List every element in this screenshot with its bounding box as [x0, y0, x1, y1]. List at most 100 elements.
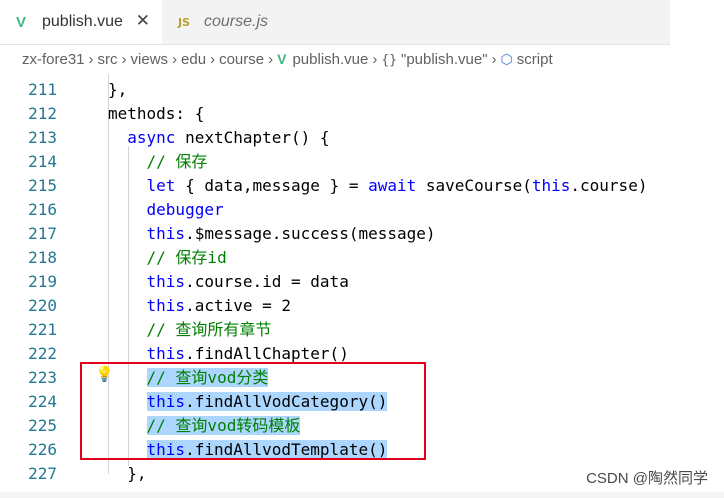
code-line[interactable]: 218 // 保存id: [0, 246, 724, 270]
code-line[interactable]: 219 this.course.id = data: [0, 270, 724, 294]
code-content: this.findAllChapter(): [147, 344, 349, 363]
breadcrumb-item-module[interactable]: {} "publish.vue": [381, 51, 487, 68]
line-number: 222: [28, 344, 57, 363]
line-number: 226: [28, 440, 57, 459]
line-number: 218: [28, 248, 57, 267]
chevron-right-icon: ›: [121, 50, 127, 68]
breadcrumb-item-file[interactable]: Vpublish.vue: [277, 51, 368, 68]
breadcrumb-item-course[interactable]: course: [219, 51, 264, 68]
code-text: // 查询所有章节: [108, 318, 272, 342]
code-content: // 查询所有章节: [147, 320, 272, 339]
breadcrumb-item-root[interactable]: zx-fore31: [22, 51, 85, 68]
code-token: saveCourse(: [416, 176, 532, 195]
line-number: 220: [28, 296, 57, 315]
code-content: // 保存id: [147, 248, 227, 267]
code-text: },: [108, 78, 127, 102]
line-number: 214: [28, 152, 57, 171]
code-content: },: [108, 80, 127, 99]
code-line[interactable]: 220 this.active = 2: [0, 294, 724, 318]
vue-file-icon: V: [277, 50, 287, 67]
code-line[interactable]: 215 let { data,message } = await saveCou…: [0, 174, 724, 198]
code-content: },: [127, 464, 146, 483]
code-content: methods: {: [108, 104, 204, 123]
line-number: 221: [28, 320, 57, 339]
code-content: // 保存: [147, 152, 208, 171]
code-content: this.active = 2: [147, 296, 292, 315]
breadcrumb-item-views[interactable]: views: [131, 51, 169, 68]
chevron-right-icon: ›: [372, 50, 378, 68]
chevron-right-icon: ›: [268, 50, 274, 68]
js-file-icon: JS: [178, 15, 191, 29]
chevron-right-icon: ›: [210, 50, 216, 68]
breadcrumb: zx-fore31 › src › views › edu › course ›…: [0, 44, 670, 74]
breadcrumb-item-script[interactable]: ⬡ script: [501, 51, 553, 68]
code-text: async nextChapter() {: [108, 126, 330, 150]
code-content: debugger: [147, 200, 224, 219]
comment-token: // 查询所有章节: [146, 320, 272, 339]
keyword-token: this: [146, 344, 186, 363]
keyword-token: await: [368, 176, 417, 195]
tab-course-js[interactable]: JS course.js: [162, 0, 312, 44]
comment-token: // 保存id: [146, 248, 227, 267]
cube-icon: ⬡: [500, 50, 513, 67]
breadcrumb-item-edu[interactable]: edu: [181, 51, 206, 68]
code-token: },: [127, 464, 147, 483]
code-line[interactable]: 217 this.$message.success(message): [0, 222, 724, 246]
bottom-strip: [0, 492, 724, 498]
code-text: let { data,message } = await saveCourse(…: [108, 174, 648, 198]
code-token: .active = 2: [185, 296, 292, 315]
lightbulb-icon[interactable]: 💡: [95, 364, 114, 384]
keyword-token: this: [146, 272, 186, 291]
vue-file-icon: V: [16, 13, 27, 31]
watermark: CSDN @陶然同学: [586, 470, 708, 487]
tab-label: publish.vue: [42, 13, 123, 30]
code-line[interactable]: 216 debugger: [0, 198, 724, 222]
code-text: methods: {: [108, 102, 204, 126]
editor-tab-bar: V publish.vue ✕ JS course.js: [0, 0, 670, 45]
tab-label: course.js: [204, 13, 269, 30]
keyword-token: this: [146, 224, 186, 243]
line-number: 211: [28, 80, 57, 99]
code-content: let { data,message } = await saveCourse(…: [147, 176, 648, 195]
code-line[interactable]: 212 methods: {: [0, 102, 724, 126]
code-token: { data,message } =: [175, 176, 369, 195]
code-text: this.course.id = data: [108, 270, 349, 294]
tab-publish-vue[interactable]: V publish.vue ✕: [0, 0, 162, 44]
code-line[interactable]: 214 // 保存: [0, 150, 724, 174]
code-token: .course.id = data: [185, 272, 349, 291]
code-content: this.$message.success(message): [147, 224, 436, 243]
line-number: 215: [28, 176, 57, 195]
line-number: 219: [28, 272, 57, 291]
line-number: 225: [28, 416, 57, 435]
line-number: 217: [28, 224, 57, 243]
code-token: },: [108, 80, 128, 99]
breadcrumb-item-src[interactable]: src: [98, 51, 118, 68]
close-tab-icon[interactable]: ✕: [136, 11, 150, 31]
code-line[interactable]: 221 // 查询所有章节: [0, 318, 724, 342]
line-number: 227: [28, 464, 57, 483]
line-number: 212: [28, 104, 57, 123]
keyword-token: debugger: [146, 200, 224, 219]
code-line[interactable]: 211},: [0, 78, 724, 102]
code-text: this.active = 2: [108, 294, 292, 318]
comment-token: // 保存: [146, 152, 208, 171]
braces-icon: {}: [381, 52, 397, 68]
code-token: methods: {: [108, 104, 205, 123]
code-line[interactable]: 213 async nextChapter() {: [0, 126, 724, 150]
chevron-right-icon: ›: [172, 50, 178, 68]
code-token: .findAllChapter(): [185, 344, 349, 363]
line-number: 224: [28, 392, 57, 411]
code-text: },: [108, 462, 146, 486]
code-token: nextChapter() {: [175, 128, 330, 147]
code-content: this.course.id = data: [147, 272, 349, 291]
code-text: // 保存: [108, 150, 208, 174]
